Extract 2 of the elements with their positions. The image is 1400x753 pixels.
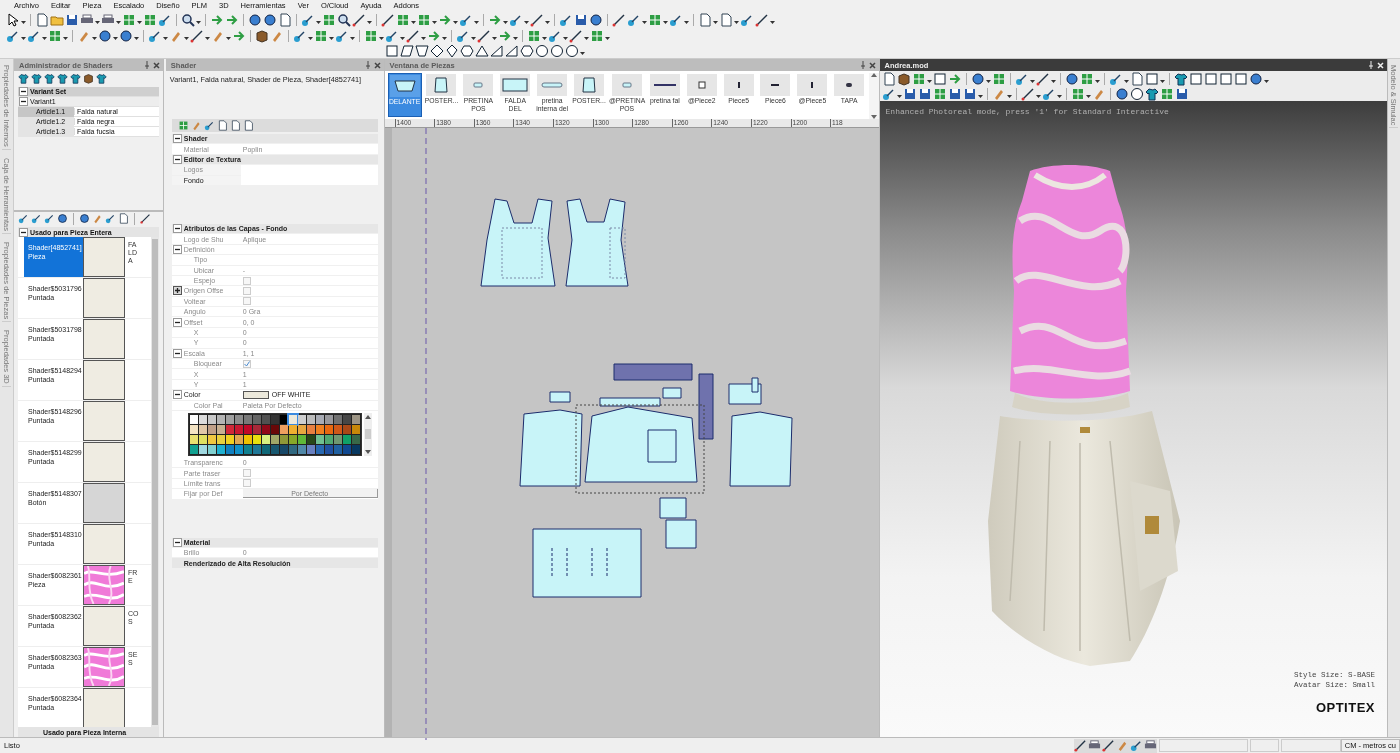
mode-notice: Enhanced Photoreal mode, press '1' for Standard Interactive bbox=[885, 107, 1169, 116]
brand-logo: OPTITEX bbox=[1315, 700, 1375, 715]
